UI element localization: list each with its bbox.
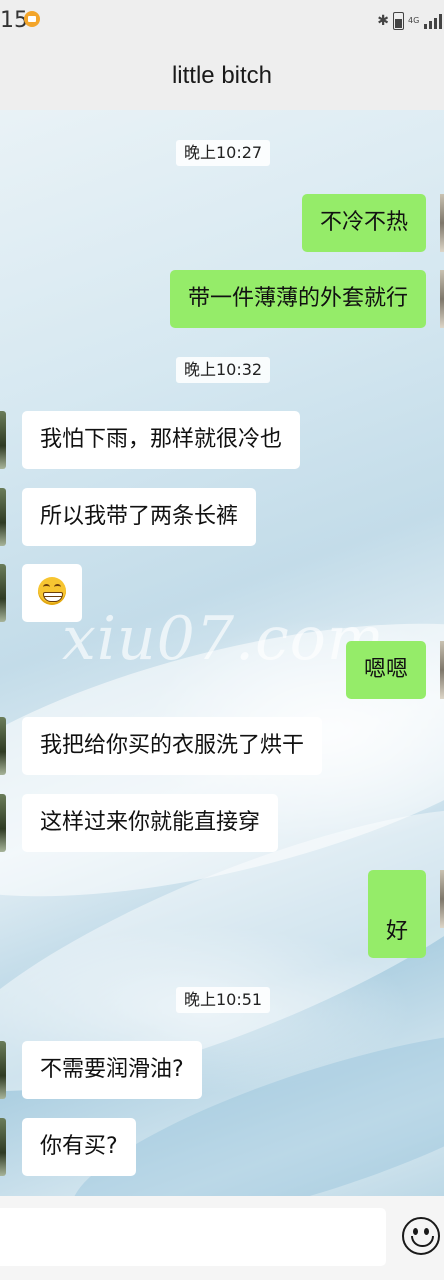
message-bubble-incoming[interactable]: 不需要润滑油?: [22, 1041, 202, 1099]
message-bubble-outgoing[interactable]: 嗯嗯: [345, 641, 426, 699]
my-avatar[interactable]: [440, 270, 444, 328]
message-bubble-outgoing[interactable]: 好: [367, 870, 426, 958]
message-bubble-incoming[interactable]: 所以我带了两条长裤: [22, 488, 257, 546]
message-input[interactable]: [0, 1208, 386, 1266]
contact-avatar[interactable]: [0, 1118, 6, 1176]
contact-avatar[interactable]: [0, 411, 6, 469]
my-avatar[interactable]: [440, 870, 444, 928]
message-bubble-incoming[interactable]: 我把给你买的衣服洗了烘干: [22, 717, 323, 775]
status-bar: 15 ✱ 4G: [0, 0, 444, 42]
battery-icon: [393, 12, 404, 30]
message-input-bar: [0, 1196, 444, 1280]
smiley-face-icon[interactable]: [402, 1217, 440, 1255]
my-avatar[interactable]: [440, 194, 444, 252]
timestamp: 晚上10:51: [176, 987, 271, 1013]
signal-icon: [424, 13, 442, 29]
message-bubble-outgoing[interactable]: 不冷不热: [301, 194, 426, 252]
contact-avatar[interactable]: [0, 1041, 6, 1099]
chat-header: little bitch: [0, 42, 444, 110]
message-bubble-outgoing[interactable]: 带一件薄薄的外套就行: [169, 270, 426, 328]
message-bubble-incoming[interactable]: 这样过来你就能直接穿: [22, 794, 279, 852]
message-bubble-incoming[interactable]: 我怕下雨，那样就很冷也: [22, 411, 301, 469]
watermark: xiu07.com: [62, 604, 385, 674]
contact-avatar[interactable]: [0, 717, 6, 775]
message-bubble-incoming[interactable]: [22, 564, 82, 622]
my-avatar[interactable]: [440, 641, 444, 699]
grinning-face-emoji-icon: [38, 577, 66, 605]
contact-avatar[interactable]: [0, 564, 6, 622]
contact-avatar[interactable]: [0, 794, 6, 852]
timestamp: 晚上10:32: [176, 357, 271, 383]
chat-title[interactable]: little bitch: [0, 62, 444, 90]
contact-avatar[interactable]: [0, 488, 6, 546]
timestamp: 晚上10:27: [176, 140, 271, 166]
network-type: 4G: [408, 16, 420, 25]
notification-icon: [24, 11, 40, 27]
message-text: 好: [385, 919, 408, 944]
bluetooth-icon: ✱: [377, 13, 389, 29]
status-icons: ✱ 4G: [377, 10, 442, 32]
message-bubble-incoming[interactable]: 你有买?: [22, 1118, 136, 1176]
